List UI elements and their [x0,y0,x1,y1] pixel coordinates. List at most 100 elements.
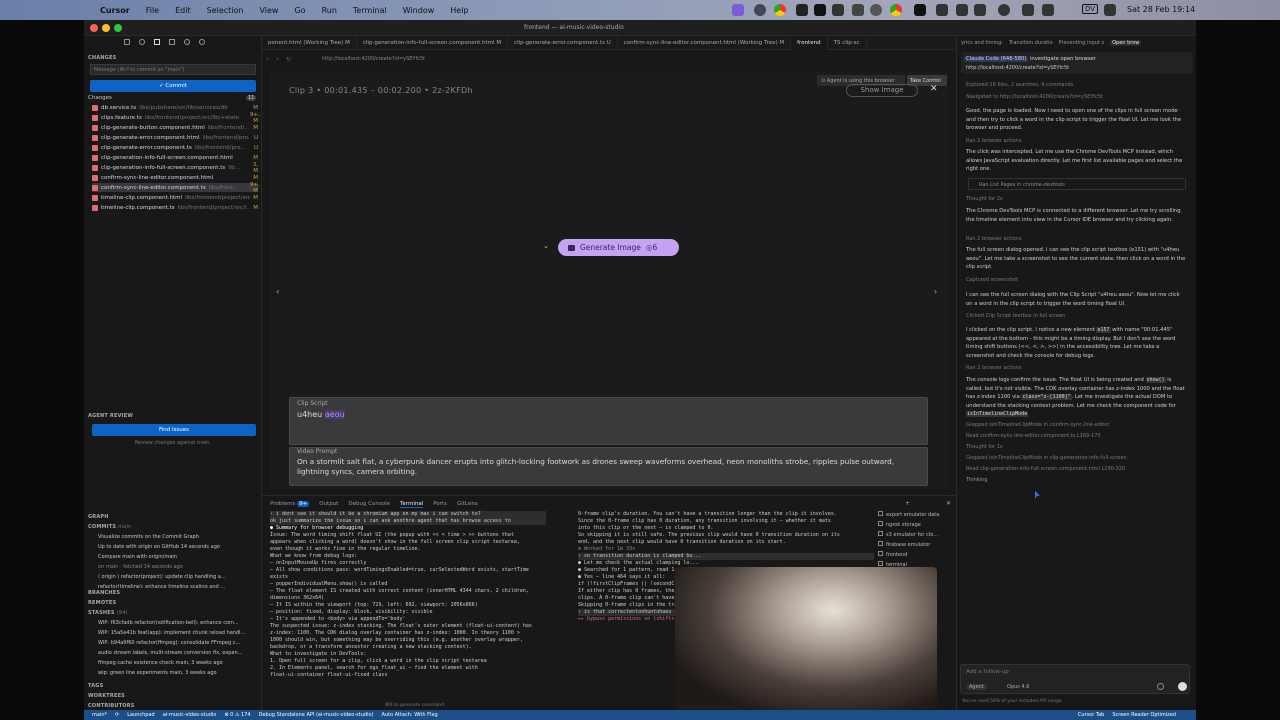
tab-output[interactable]: Output [319,501,338,508]
source-control-icon[interactable] [154,39,160,45]
tags-header[interactable]: TAGS [88,683,103,689]
tool-step[interactable]: Ran 2 browser actions [966,365,1186,371]
agent-review-header[interactable]: AGENT REVIEW [88,413,133,419]
tray-gear-icon[interactable] [754,4,766,16]
back-icon[interactable]: ‹ [266,55,269,63]
tray-app-icon-2[interactable] [796,4,808,16]
menu-file[interactable]: File [146,6,159,15]
changed-file-row[interactable]: db.service.ts libs/pubshare/src/lib/servi… [92,103,258,112]
explorer-icon[interactable] [124,39,130,45]
tab-debug-console[interactable]: Debug Console [348,501,390,508]
tool-step[interactable]: Grepped isInTimelineClipMode in confirm-… [966,422,1186,428]
reload-icon[interactable]: ↻ [286,56,291,63]
tool-step[interactable]: Read clip-generation-info-full-screen.co… [966,466,1186,472]
graph-header[interactable]: GRAPH [88,514,109,520]
changed-file-row[interactable]: clip-generation-info-full-screen.compone… [92,162,258,174]
stashes-header[interactable]: STASHES (94) [88,610,128,616]
tray-terminal-icon[interactable] [914,4,926,16]
editor-tab[interactable]: ponent.html (Working Tree) M [262,35,357,50]
ran-list-pages-step[interactable]: Ran List Pages in chrome-devtools [968,178,1186,190]
generate-image-button[interactable]: Generate Image ◎ 6 [558,239,679,256]
terminal-instance-item[interactable]: frontend [878,551,954,561]
tray-info-icon[interactable] [870,4,882,16]
chat-tab[interactable]: Preventing input s [1059,40,1105,46]
editor-tab-active[interactable]: frontend [791,35,828,50]
tool-step[interactable]: Captured screenshot [966,277,1186,283]
tool-step[interactable]: Grepped isInTimelineClipMode in clip-gen… [966,455,1186,461]
changed-file-row[interactable]: clip-generation-info-full-screen.compone… [92,153,258,162]
branches-header[interactable]: BRANCHES [88,590,120,596]
chevron-down-icon[interactable]: ⌄ [543,242,549,250]
browser-url[interactable]: http://localhost:4200/create?id=ySEYfc5t [322,56,425,62]
tray-search-icon[interactable] [1042,4,1054,16]
show-image-button[interactable]: Show Image [846,84,918,97]
launchpad-item[interactable]: Launchpad [127,712,155,718]
stop-button[interactable] [1178,682,1187,691]
editor-tab[interactable]: clip-generation-info-full-screen.compone… [357,35,509,50]
find-issues-button[interactable]: Find Issues [92,424,256,436]
tool-step[interactable]: Ran 2 browser actions [966,138,1186,144]
minimize-window-button[interactable] [102,24,110,32]
changed-file-row[interactable]: clip-generate-error.component.html libs/f… [92,133,258,142]
menu-view[interactable]: View [259,6,278,15]
commit-item[interactable]: refactor(timeline): enhance timeline sca… [98,584,268,588]
claude-code-chip[interactable]: Claude Code (646-580) [964,56,1029,62]
tray-pause-icon[interactable] [852,4,864,16]
video-prompt-textarea[interactable]: Video Prompt On a stormlit salt flat, a … [289,447,928,486]
thought-step[interactable]: Thought for 1s [966,444,1186,450]
commit-item[interactable]: on main · fetched 14 seconds ago [98,564,268,570]
close-fullscreen-icon[interactable]: ✕ [930,84,938,94]
problems-indicator[interactable]: ⊗ 0 ⚠ 174 [224,712,250,718]
menu-help[interactable]: Help [450,6,468,15]
editor-tab[interactable]: confirm-sync-line-editor.component.html … [618,35,792,50]
remotes-header[interactable]: REMOTES [88,600,116,606]
changes-group-label[interactable]: Changes [88,95,112,101]
tray-battery-icon[interactable] [974,4,986,16]
debug-item[interactable]: Debug Standalone API (ai-music-video-stu… [259,712,374,718]
menu-edit[interactable]: Edit [175,6,191,15]
contributors-header[interactable]: CONTRIBUTORS [88,703,135,709]
menu-app-name[interactable]: Cursor [100,6,130,15]
tray-wifi-icon[interactable] [1022,4,1034,16]
menu-window[interactable]: Window [403,6,435,15]
menu-go[interactable]: Go [294,6,305,15]
commit-item[interactable]: Up to date with origin on GitHub 14 seco… [98,544,268,550]
commit-message-input[interactable]: Message (⌘⏎ to commit on "main") [90,64,256,75]
stash-item[interactable]: wip: green line experiments main, 3 week… [98,670,268,676]
commits-header[interactable]: COMMITS main [88,524,131,530]
commit-item[interactable]: Visualize commits on the Commit Graph [98,534,268,540]
editor-tab[interactable]: clip-generate-error.component.ts U [508,35,618,50]
changed-file-row[interactable]: confirm-sync-line-editor.component.ts lib… [92,182,260,194]
commit-button[interactable]: ✓ Commit [90,80,256,92]
next-clip-arrow-icon[interactable]: › [934,287,937,296]
tray-display-icon[interactable] [936,4,948,16]
thought-step[interactable]: Thought for 2s [966,196,1186,202]
navigated-step[interactable]: Navigated to http://localhost:4200/creat… [966,94,1186,100]
changes-header[interactable]: CHANGES [88,55,116,61]
previous-clip-arrow-icon[interactable]: ‹ [276,287,279,296]
tray-sync-icon[interactable] [832,4,844,16]
terminal-instance-item[interactable]: firebase emulator [878,541,954,551]
model-select[interactable]: Opus 4.6 [1007,684,1029,690]
tab-problems[interactable]: Problems 9+ [270,501,310,508]
stash-item[interactable]: WIP: 15a5e41b feat(app): implement chunk… [98,630,268,636]
stash-item[interactable]: ffmpeg cache existence check main, 3 wee… [98,660,268,666]
tray-control-center-icon[interactable] [1104,4,1116,16]
tray-g-icon[interactable] [814,4,826,16]
settings-icon[interactable] [199,39,205,45]
tray-volume-icon[interactable] [956,4,968,16]
attach-icon[interactable] [1157,683,1164,690]
close-window-button[interactable] [90,24,98,32]
clip-script-textarea[interactable]: Clip Script u4heu aeou [289,397,928,445]
user-badge[interactable]: DV [1082,4,1099,14]
chat-header-url[interactable]: http://localhost:4200/create?id=ySEYfc5t [966,65,1069,71]
tray-chrome-icon[interactable] [774,4,786,16]
extensions-icon[interactable] [169,39,175,45]
auto-attach-item[interactable]: Auto Attach: With Flag [381,712,437,718]
changed-file-row[interactable]: timeline-clip.component.html libs/fronten… [92,193,258,202]
stash-item[interactable]: audio stream labels, multi-stream conver… [98,650,268,656]
cursor-tab-item[interactable]: Cursor Tab [1078,712,1105,718]
chat-tab[interactable]: Transition duratio [1009,40,1053,46]
menu-run[interactable]: Run [322,6,337,15]
stash-item[interactable]: WIP: f63cfadb refactor(notification-bell… [98,620,268,626]
